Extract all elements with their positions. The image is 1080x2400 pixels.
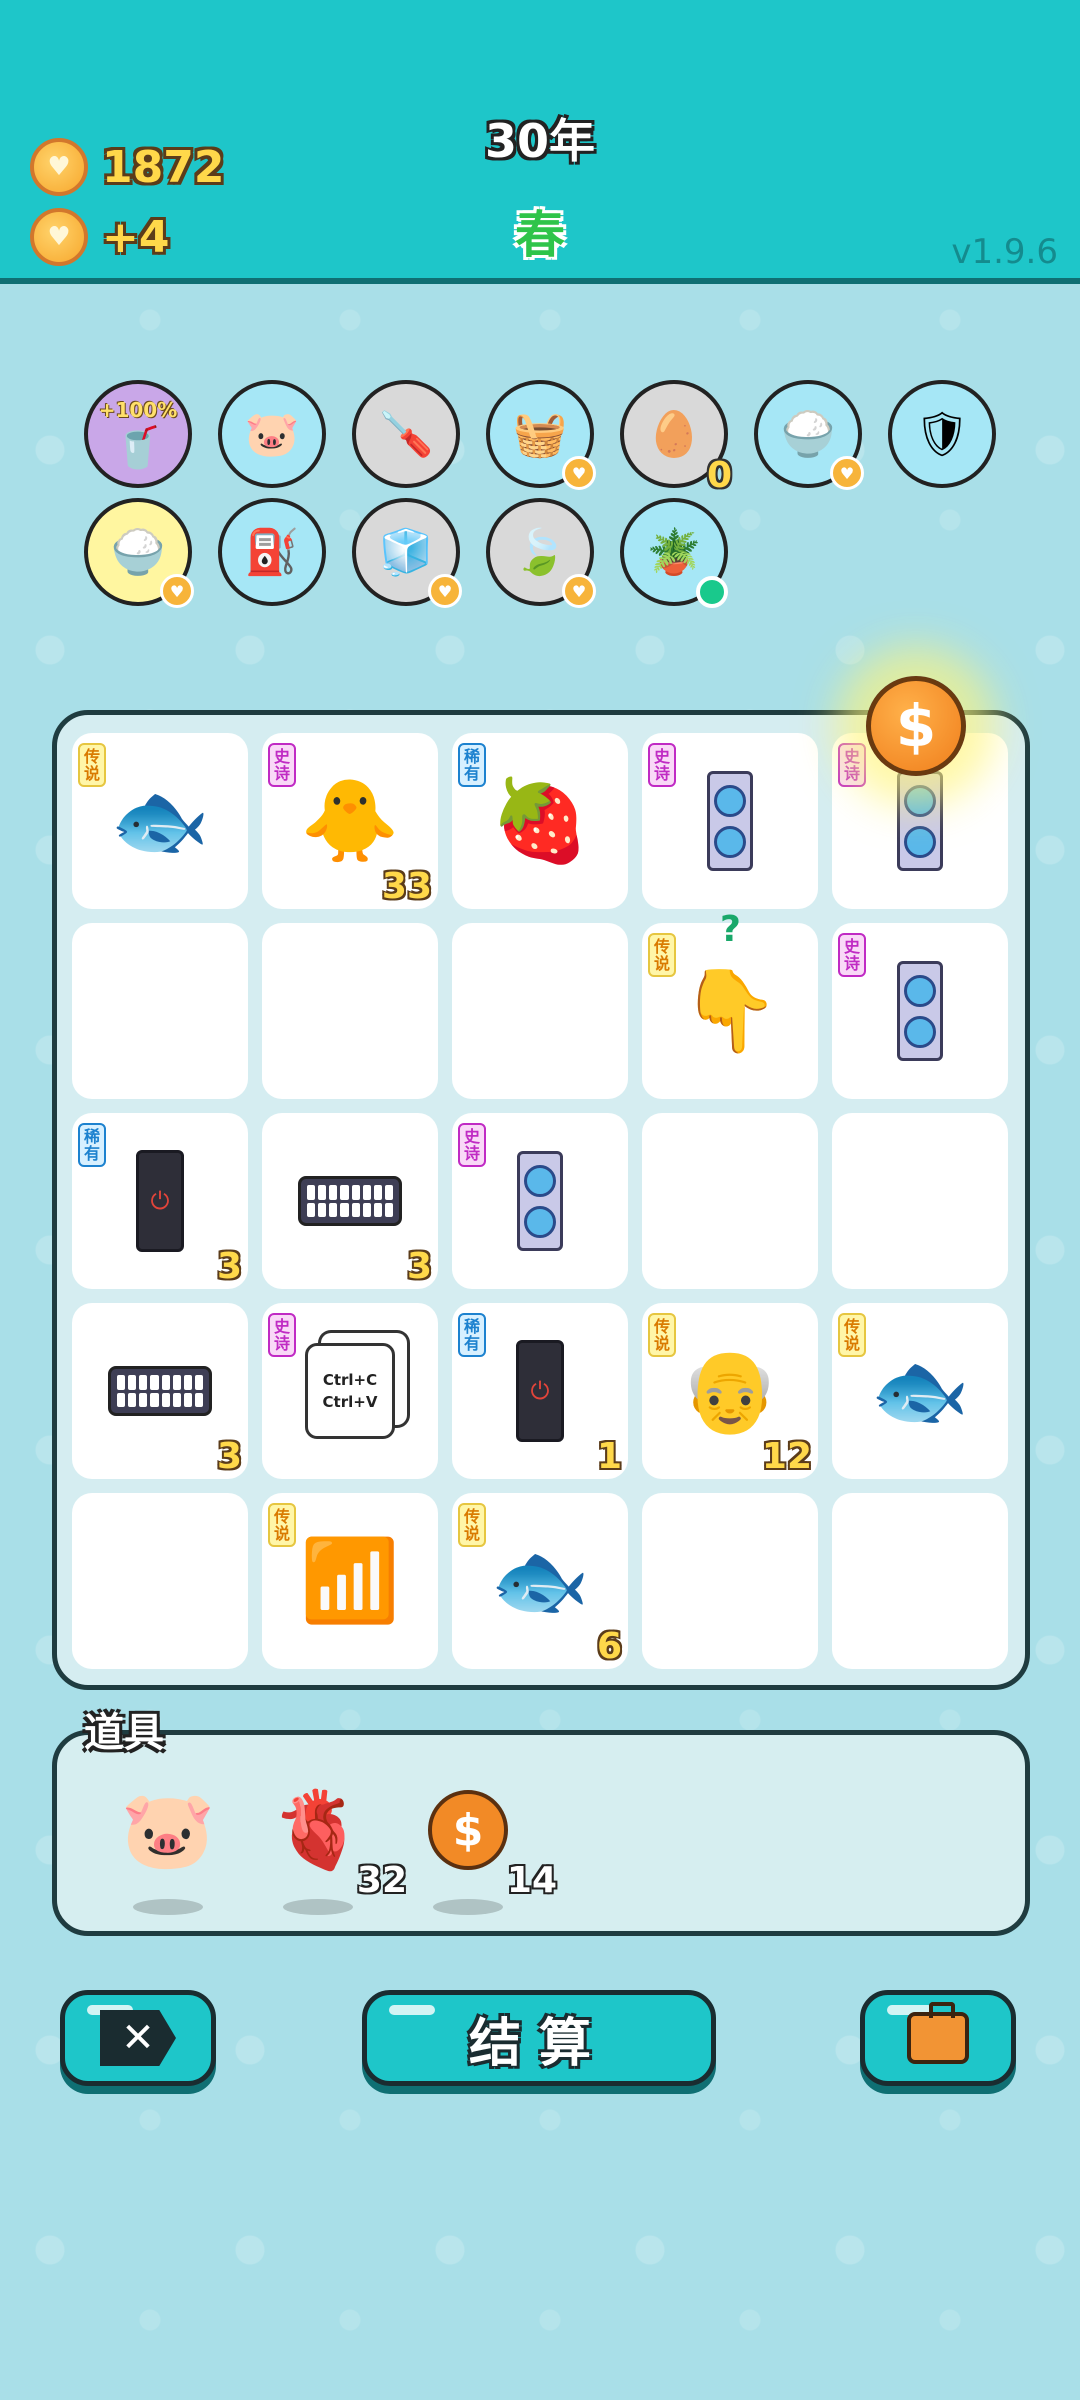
season-label: 春 xyxy=(515,206,565,264)
item-count: 12 xyxy=(761,1436,812,1477)
graphics-card-icon xyxy=(642,733,818,909)
board-cell-bald-man[interactable]: 传说 👴 12 xyxy=(642,1303,818,1479)
item-count: 6 xyxy=(596,1626,622,1667)
koi-fish-icon: 🐟 xyxy=(870,1344,970,1437)
board-cell-empty[interactable] xyxy=(642,1493,818,1669)
rice-bowl-icon[interactable]: 🍚 ♥ xyxy=(84,498,194,608)
graphics-card-icon xyxy=(452,1113,628,1289)
dollar-coin-icon: $ xyxy=(866,676,966,776)
wifi-icon: 📶 xyxy=(300,1534,400,1627)
dollar-coin-prop-icon[interactable]: $ 14 xyxy=(413,1775,557,1915)
board-cell-empty[interactable] xyxy=(642,1113,818,1289)
bag-button[interactable] xyxy=(860,1990,1016,2086)
board-cell-empty[interactable] xyxy=(832,1113,1008,1289)
item-count: 3 xyxy=(406,1246,432,1287)
board-cell-gpu[interactable]: 史诗 xyxy=(642,733,818,909)
status-dot xyxy=(696,576,728,608)
rice-bowl-icon[interactable]: 🍚 ♥ xyxy=(754,380,864,490)
board-cell-gpu[interactable]: 史诗 xyxy=(452,1113,628,1289)
ctrl-c-text: Ctrl+C xyxy=(322,1371,378,1389)
lychee-icon: 🍓 xyxy=(490,774,590,867)
settle-button[interactable]: 结算 xyxy=(362,1990,716,2086)
close-button[interactable]: ✕ xyxy=(60,1990,216,2086)
income-counter: ♥ +4 xyxy=(30,208,169,266)
screwdriver-icon[interactable]: 🪛 xyxy=(352,380,460,488)
board-cell-gpu[interactable]: 史诗 xyxy=(832,923,1008,1099)
heart-badge-icon: ♥ xyxy=(562,574,596,608)
item-count: 3 xyxy=(216,1246,242,1287)
leaf-icon[interactable]: 🍃 ♥ xyxy=(486,498,596,608)
board-cell-koi[interactable]: 传说 🐟 xyxy=(832,1303,1008,1479)
board-cell-pointer[interactable]: 传说 ? 👇 xyxy=(642,909,818,1099)
coin-counter: ♥ 1872 xyxy=(30,138,224,196)
board-cell-empty[interactable] xyxy=(72,923,248,1099)
top-bar: ♥ 1872 ♥ +4 30年 春 v1.9.6 xyxy=(0,0,1080,284)
buff-bonus-label: +100% xyxy=(98,398,178,422)
board-cell-empty[interactable] xyxy=(72,1493,248,1669)
board-cell-empty[interactable] xyxy=(262,923,438,1099)
flower-pot-icon[interactable]: 🪴 xyxy=(620,498,728,608)
close-icon: ✕ xyxy=(100,2010,176,2066)
coin-total: 1872 xyxy=(102,141,225,193)
milk-tea-icon[interactable]: +100% 🥤 xyxy=(84,380,192,488)
heart-coin-icon: ♥ xyxy=(30,208,88,266)
board-cell-keyboard[interactable]: 3 xyxy=(72,1303,248,1479)
heart-badge-icon: ♥ xyxy=(428,574,462,608)
board-cell-copy-paste[interactable]: 史诗 Ctrl+C Ctrl+V xyxy=(262,1303,438,1479)
piggy-bank-prop-icon[interactable]: 🐷 xyxy=(113,1775,223,1915)
prop-count: 14 xyxy=(506,1860,557,1901)
board-cell-pc[interactable]: 稀有 ⏻ 1 xyxy=(452,1303,628,1479)
board-cell-wifi[interactable]: 传说 📶 xyxy=(262,1493,438,1669)
board-cell-chick[interactable]: 史诗 🐥 33 xyxy=(262,733,438,909)
item-count: 1 xyxy=(596,1436,622,1477)
heart-coin-icon: ♥ xyxy=(30,138,88,196)
liver-prop-icon[interactable]: 🫀 32 xyxy=(263,1775,407,1915)
board-cell-lychee[interactable]: 稀有 🍓 xyxy=(452,733,628,909)
copy-paste-icon: Ctrl+C Ctrl+V xyxy=(262,1303,438,1479)
shield-icon[interactable]: 🛡 xyxy=(888,380,996,488)
item-count: 3 xyxy=(216,1436,242,1477)
board-cell-pc[interactable]: 稀有 ⏻ 3 xyxy=(72,1113,248,1289)
heart-badge-icon: ♥ xyxy=(830,456,864,490)
year-label: 30年 xyxy=(484,114,595,168)
board-cell-empty[interactable] xyxy=(832,1493,1008,1669)
board-cell-keyboard[interactable]: 3 xyxy=(262,1113,438,1289)
egg-tray-icon[interactable]: 🥚 0 xyxy=(620,380,732,496)
heart-badge-icon: ♥ xyxy=(562,456,596,490)
item-count: 33 xyxy=(381,866,432,907)
board-cell-koi[interactable]: 传说 🐟 xyxy=(72,733,248,909)
graphics-card-icon xyxy=(832,923,1008,1099)
prop-count: 32 xyxy=(356,1860,407,1901)
buff-count: 0 xyxy=(706,455,732,496)
pointing-finger-icon: 👇 xyxy=(680,964,780,1057)
heart-badge-icon: ♥ xyxy=(160,574,194,608)
item-board: 传说 🐟 史诗 🐥 33 稀有 🍓 史诗 史诗 传说 ? 👇 史诗 稀有 ⏻ 3… xyxy=(52,710,1030,1690)
props-title: 道具 xyxy=(84,1710,164,1756)
briefcase-icon xyxy=(907,2002,969,2064)
ctrl-v-text: Ctrl+V xyxy=(322,1393,378,1411)
pump-icon[interactable]: ⛽ xyxy=(218,498,326,606)
version-label: v1.9.6 xyxy=(951,232,1058,272)
board-cell-empty[interactable] xyxy=(452,923,628,1099)
sugar-cubes-icon[interactable]: 🧊 ♥ xyxy=(352,498,462,608)
piggy-bank-icon[interactable]: 🐷 xyxy=(218,380,326,488)
props-panel: 🐷 🫀 32 $ 14 xyxy=(52,1730,1030,1936)
fruit-basket-icon[interactable]: 🧺 ♥ xyxy=(486,380,596,490)
board-cell-koi[interactable]: 传说 🐟 6 xyxy=(452,1493,628,1669)
settle-button-label: 结算 xyxy=(468,2013,609,2074)
koi-fish-icon: 🐟 xyxy=(110,774,210,867)
income-rate: +4 xyxy=(102,211,170,263)
